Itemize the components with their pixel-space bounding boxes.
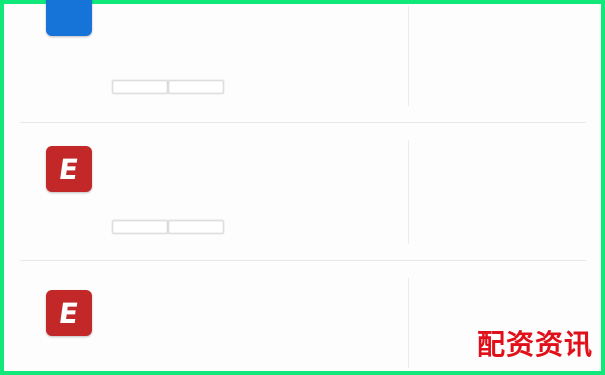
button-row	[112, 220, 252, 234]
watermark-text: 配资资讯	[476, 328, 593, 361]
install-button[interactable]	[112, 80, 168, 94]
app-icon[interactable]	[46, 0, 92, 36]
details-button[interactable]	[168, 80, 224, 94]
column-divider	[408, 278, 409, 368]
column-divider	[408, 6, 409, 106]
list-item[interactable]: E	[14, 134, 592, 261]
item-separator	[20, 260, 586, 261]
app-icon[interactable]: E	[46, 146, 92, 192]
e-letter-icon: E	[57, 152, 81, 186]
e-letter-icon: E	[57, 296, 81, 330]
app-icon[interactable]: E	[46, 290, 92, 336]
details-button[interactable]	[168, 220, 224, 234]
install-button[interactable]	[112, 220, 168, 234]
item-separator	[20, 122, 586, 123]
column-divider	[408, 140, 409, 244]
list-item[interactable]	[14, 0, 592, 123]
button-row	[112, 80, 252, 94]
